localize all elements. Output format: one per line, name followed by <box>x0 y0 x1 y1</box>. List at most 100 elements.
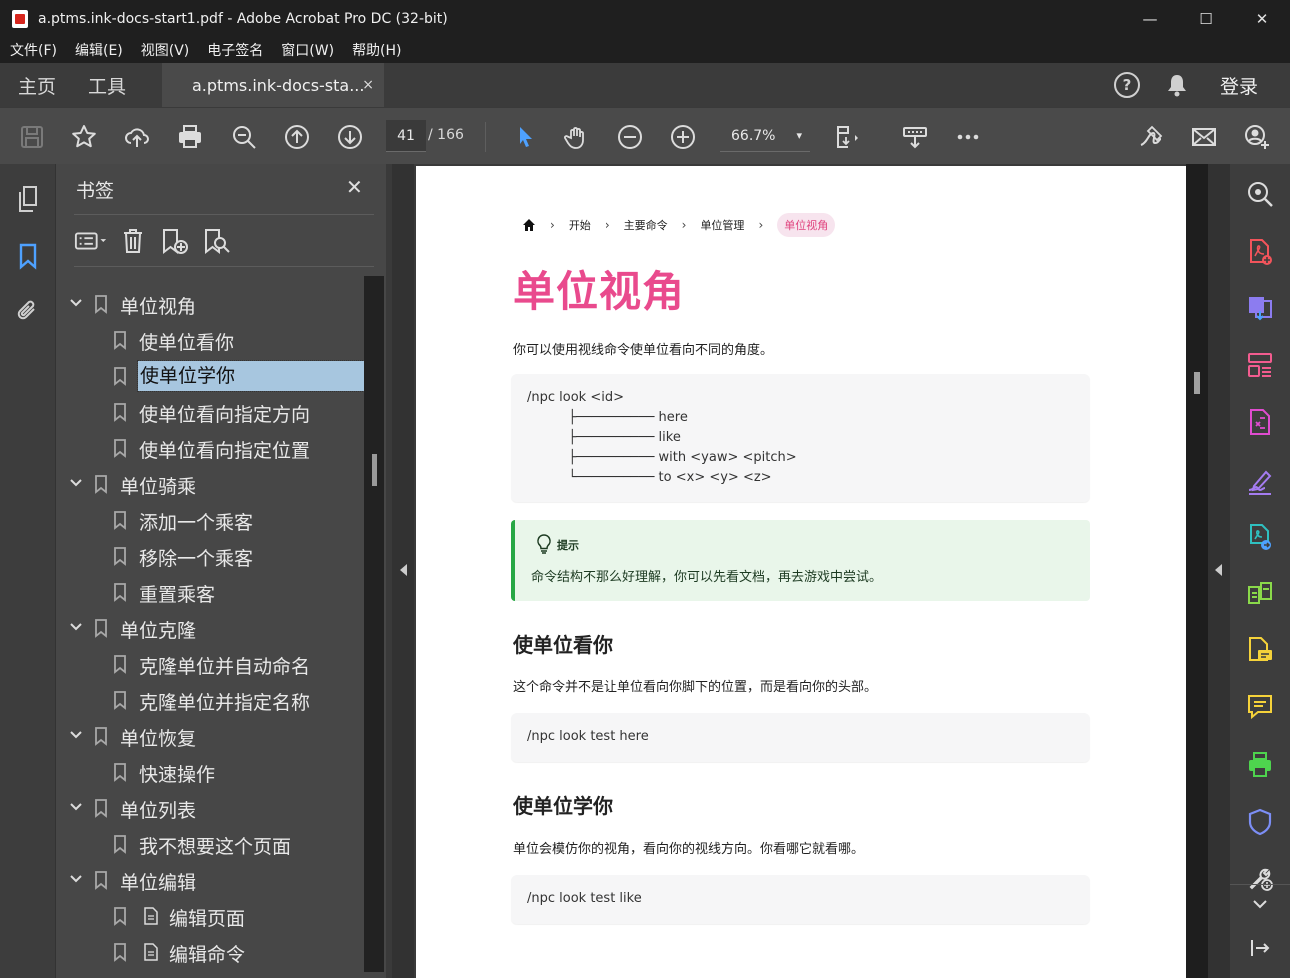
bookmark-scrollbar[interactable] <box>364 276 384 972</box>
star-icon[interactable] <box>69 122 99 152</box>
bookmark-options-icon[interactable] <box>74 224 108 258</box>
collapse-right-pane-button[interactable] <box>1208 164 1230 978</box>
bookmark-item[interactable]: 添加一个乘客 <box>56 502 364 538</box>
menu-help[interactable]: 帮助(H) <box>352 40 401 60</box>
chevron-down-icon[interactable] <box>68 727 84 743</box>
organize-pages-icon[interactable] <box>1244 349 1276 381</box>
tab-home[interactable]: 主页 <box>18 72 70 99</box>
bookmark-item[interactable]: 使单位看向指定位置 <box>56 430 364 466</box>
bookmark-item[interactable]: 重置乘客 <box>56 574 364 610</box>
compress-pdf-icon[interactable] <box>1244 406 1276 438</box>
bookmark-item[interactable]: 使单位学你 <box>56 358 364 394</box>
tab-tools[interactable]: 工具 <box>88 72 140 99</box>
tab-close-icon[interactable]: × <box>362 77 374 93</box>
more-options-icon[interactable] <box>953 122 983 152</box>
chevron-down-icon[interactable] <box>68 619 84 635</box>
collapse-tools-icon[interactable] <box>1244 932 1276 964</box>
close-window-button[interactable]: ✕ <box>1234 0 1290 37</box>
page-number-input[interactable]: 41 <box>386 120 426 152</box>
breadcrumb-item[interactable]: 单位管理 <box>700 217 744 233</box>
menu-file[interactable]: 文件(F) <box>10 40 57 60</box>
bookmark-item[interactable]: 克隆单位并自动命名 <box>56 646 364 682</box>
search-zoom-icon[interactable] <box>1244 178 1276 210</box>
bookmark-panel-icon[interactable] <box>13 241 43 271</box>
add-bookmark-icon[interactable] <box>158 224 192 258</box>
previous-page-icon[interactable] <box>282 122 312 152</box>
help-icon[interactable]: ? <box>1113 72 1140 98</box>
bookmark-item[interactable]: 使单位看向指定方向 <box>56 394 364 430</box>
page-fit-icon[interactable] <box>832 122 862 152</box>
scrollbar-thumb[interactable] <box>372 454 377 486</box>
bookmark-item[interactable]: 快速操作 <box>56 754 364 790</box>
bookmark-item[interactable]: 单位编辑 <box>56 862 364 898</box>
zoom-in-icon[interactable] <box>668 122 698 152</box>
fill-sign-icon[interactable] <box>1244 466 1276 498</box>
scrollbar-thumb[interactable] <box>1194 372 1200 394</box>
breadcrumb-item[interactable]: 主要命令 <box>624 217 668 233</box>
select-cursor-icon[interactable] <box>510 122 540 152</box>
menu-esign[interactable]: 电子签名 <box>207 40 263 60</box>
bookmark-item[interactable]: 我不想要这个页面 <box>56 826 364 862</box>
compare-files-icon[interactable] <box>1244 577 1276 609</box>
bookmark-item[interactable]: 移除一个乘客 <box>56 538 364 574</box>
menu-window[interactable]: 窗口(W) <box>281 40 334 60</box>
minimize-button[interactable]: — <box>1122 0 1178 37</box>
tab-document[interactable]: a.ptms.ink-docs-sta... × <box>162 63 384 107</box>
collapse-left-pane-button[interactable] <box>392 164 414 978</box>
cloud-upload-icon[interactable] <box>122 122 152 152</box>
document-scrollbar[interactable] <box>1186 164 1208 978</box>
navigation-pane-rail <box>0 164 56 978</box>
comment-icon[interactable] <box>1244 691 1276 723</box>
bookmark-tree: 单位视角 使单位看你 使单位学你 使单位看向指定方向 使单位看向指定位置 单位骑乘 添加一个… <box>56 268 364 974</box>
code-line: ├────────── with <yaw> <pitch> <box>527 450 797 465</box>
bookmark-item[interactable]: 使单位看你 <box>56 322 364 358</box>
login-button[interactable]: 登录 <box>1220 72 1258 99</box>
breadcrumb-item[interactable]: 开始 <box>569 217 591 233</box>
bookmark-label: 我不想要这个页面 <box>139 836 292 858</box>
print-icon[interactable] <box>175 122 205 152</box>
bookmark-item[interactable]: 克隆单位并指定名称 <box>56 682 364 718</box>
print-production-icon[interactable] <box>1244 749 1276 781</box>
scroll-mode-icon[interactable] <box>900 122 930 152</box>
zoom-level-dropdown[interactable]: 66.7% ▾ <box>720 120 810 152</box>
email-icon[interactable] <box>1189 122 1219 152</box>
bookmarks-header: 书签 <box>76 180 115 202</box>
zoom-out-search-icon[interactable] <box>229 122 259 152</box>
next-page-icon[interactable] <box>335 122 365 152</box>
bookmark-item[interactable]: 编辑页面 <box>56 898 364 934</box>
send-for-signature-icon[interactable] <box>1244 521 1276 553</box>
export-pdf-icon[interactable] <box>1244 291 1276 323</box>
chevron-down-icon[interactable] <box>68 295 84 311</box>
attachments-icon[interactable] <box>13 296 43 326</box>
menu-edit[interactable]: 编辑(E) <box>75 40 123 60</box>
protect-shield-icon[interactable] <box>1244 806 1276 838</box>
share-user-icon[interactable] <box>1242 122 1272 152</box>
bookmark-item[interactable]: 单位列表 <box>56 790 364 826</box>
tab-bar: 主页 工具 a.ptms.ink-docs-sta... × ? 登录 <box>0 63 1290 107</box>
close-panel-icon[interactable]: ✕ <box>346 175 363 199</box>
tip-text: 命令结构不那么好理解，你可以先看文档，再去游戏中尝试。 <box>531 570 883 585</box>
find-bookmark-icon[interactable] <box>200 224 234 258</box>
sign-icon[interactable] <box>1136 122 1166 152</box>
code-line: /npc look test here <box>527 729 649 744</box>
delete-bookmark-icon[interactable] <box>116 224 150 258</box>
zoom-out-icon[interactable] <box>615 122 645 152</box>
hand-tool-icon[interactable] <box>562 122 592 152</box>
menu-view[interactable]: 视图(V) <box>141 40 190 60</box>
create-pdf-icon[interactable] <box>1244 236 1276 268</box>
bookmark-item[interactable]: 单位骑乘 <box>56 466 364 502</box>
chevron-down-icon[interactable] <box>68 871 84 887</box>
bookmark-item[interactable]: 单位视角 <box>56 286 364 322</box>
bookmark-item[interactable]: 单位恢复 <box>56 718 364 754</box>
bell-icon[interactable] <box>1164 72 1190 98</box>
maximize-button[interactable]: ☐ <box>1178 0 1234 37</box>
chevron-down-icon[interactable] <box>1244 888 1276 920</box>
comment-file-icon[interactable] <box>1244 634 1276 666</box>
breadcrumb-current: 单位视角 <box>777 213 836 237</box>
chevron-down-icon[interactable] <box>68 475 84 491</box>
page-thumbnails-icon[interactable] <box>13 184 43 214</box>
bookmark-item[interactable]: 编辑命令 <box>56 934 364 970</box>
save-icon[interactable] <box>17 122 47 152</box>
bookmark-item[interactable]: 单位克隆 <box>56 610 364 646</box>
chevron-down-icon[interactable] <box>68 799 84 815</box>
